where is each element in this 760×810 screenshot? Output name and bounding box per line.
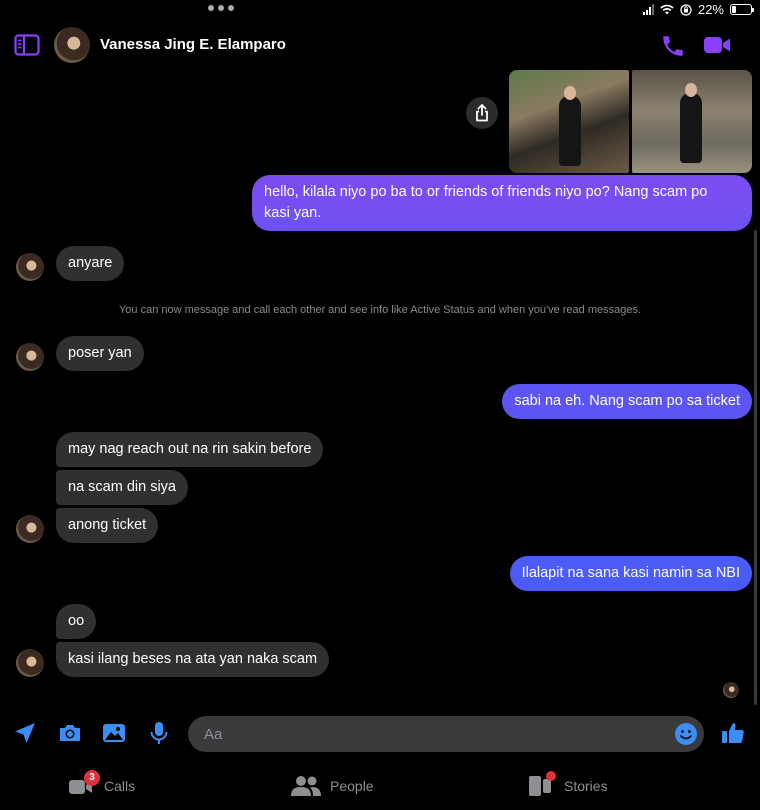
message-incoming[interactable]: poser yan [56, 336, 144, 371]
shared-photos[interactable] [509, 70, 752, 173]
sender-avatar[interactable] [16, 515, 44, 543]
sender-avatar[interactable] [16, 253, 44, 281]
message-incoming[interactable]: oo [56, 604, 97, 639]
status-bar: 22% [642, 2, 754, 17]
message-outgoing[interactable]: sabi na eh. Nang scam po sa ticket [502, 384, 752, 419]
conversation-header: Vanessa Jing E. Elamparo [0, 22, 760, 68]
message-incoming[interactable]: kasi ilang beses na ata yan naka scam [56, 642, 330, 677]
thumbs-up-icon[interactable] [720, 720, 746, 746]
message-incoming[interactable]: may nag reach out na rin sakin before [56, 432, 324, 467]
shared-photo-1[interactable] [509, 70, 629, 173]
tab-stories[interactable]: Stories [528, 771, 608, 800]
calls-badge: 3 [84, 770, 100, 786]
bottom-tab-bar: 3 Calls People Stories [0, 764, 760, 810]
message-incoming[interactable]: na scam din siya [56, 470, 188, 505]
share-icon [476, 104, 488, 122]
stories-dot-badge [546, 771, 556, 781]
microphone-icon[interactable] [146, 720, 172, 746]
shared-photo-2[interactable] [632, 70, 752, 173]
people-icon [291, 776, 321, 796]
battery-icon [730, 4, 754, 15]
orientation-lock-icon [680, 3, 692, 16]
share-button[interactable] [466, 97, 498, 129]
sidebar-toggle-icon[interactable] [14, 34, 40, 56]
location-arrow-icon[interactable] [12, 720, 38, 746]
gallery-icon[interactable] [101, 720, 127, 746]
wifi-icon [660, 4, 674, 15]
message-outgoing[interactable]: Ilalapit na sana kasi namin sa NBI [509, 556, 752, 591]
tab-calls[interactable]: 3 Calls [68, 770, 136, 800]
tab-label: People [330, 778, 374, 794]
battery-percent: 22% [697, 2, 724, 17]
sender-avatar[interactable] [16, 649, 44, 677]
message-input[interactable] [204, 716, 664, 752]
message-composer [0, 714, 760, 754]
message-outgoing[interactable]: hello, kilala niyo po ba to or friends o… [252, 175, 752, 231]
system-notice: You can now message and call each other … [118, 304, 642, 316]
sender-avatar[interactable] [16, 343, 44, 371]
tab-label: Calls [104, 778, 136, 794]
multitasking-dots[interactable] [208, 5, 234, 11]
contact-avatar[interactable] [54, 27, 90, 63]
seen-indicator-avatar [723, 682, 739, 698]
message-incoming[interactable]: anong ticket [56, 508, 159, 543]
video-call-icon[interactable] [703, 34, 731, 56]
emoji-icon[interactable] [674, 722, 698, 746]
signal-icon [642, 4, 654, 15]
message-incoming[interactable]: anyare [56, 246, 125, 281]
camera-icon[interactable] [57, 720, 83, 746]
message-input-box[interactable] [188, 716, 704, 752]
audio-call-icon[interactable] [660, 33, 686, 59]
tab-label: Stories [564, 778, 608, 794]
tab-people[interactable]: People [290, 772, 374, 800]
scrollbar[interactable] [754, 230, 757, 705]
contact-name[interactable]: Vanessa Jing E. Elamparo [100, 36, 286, 53]
